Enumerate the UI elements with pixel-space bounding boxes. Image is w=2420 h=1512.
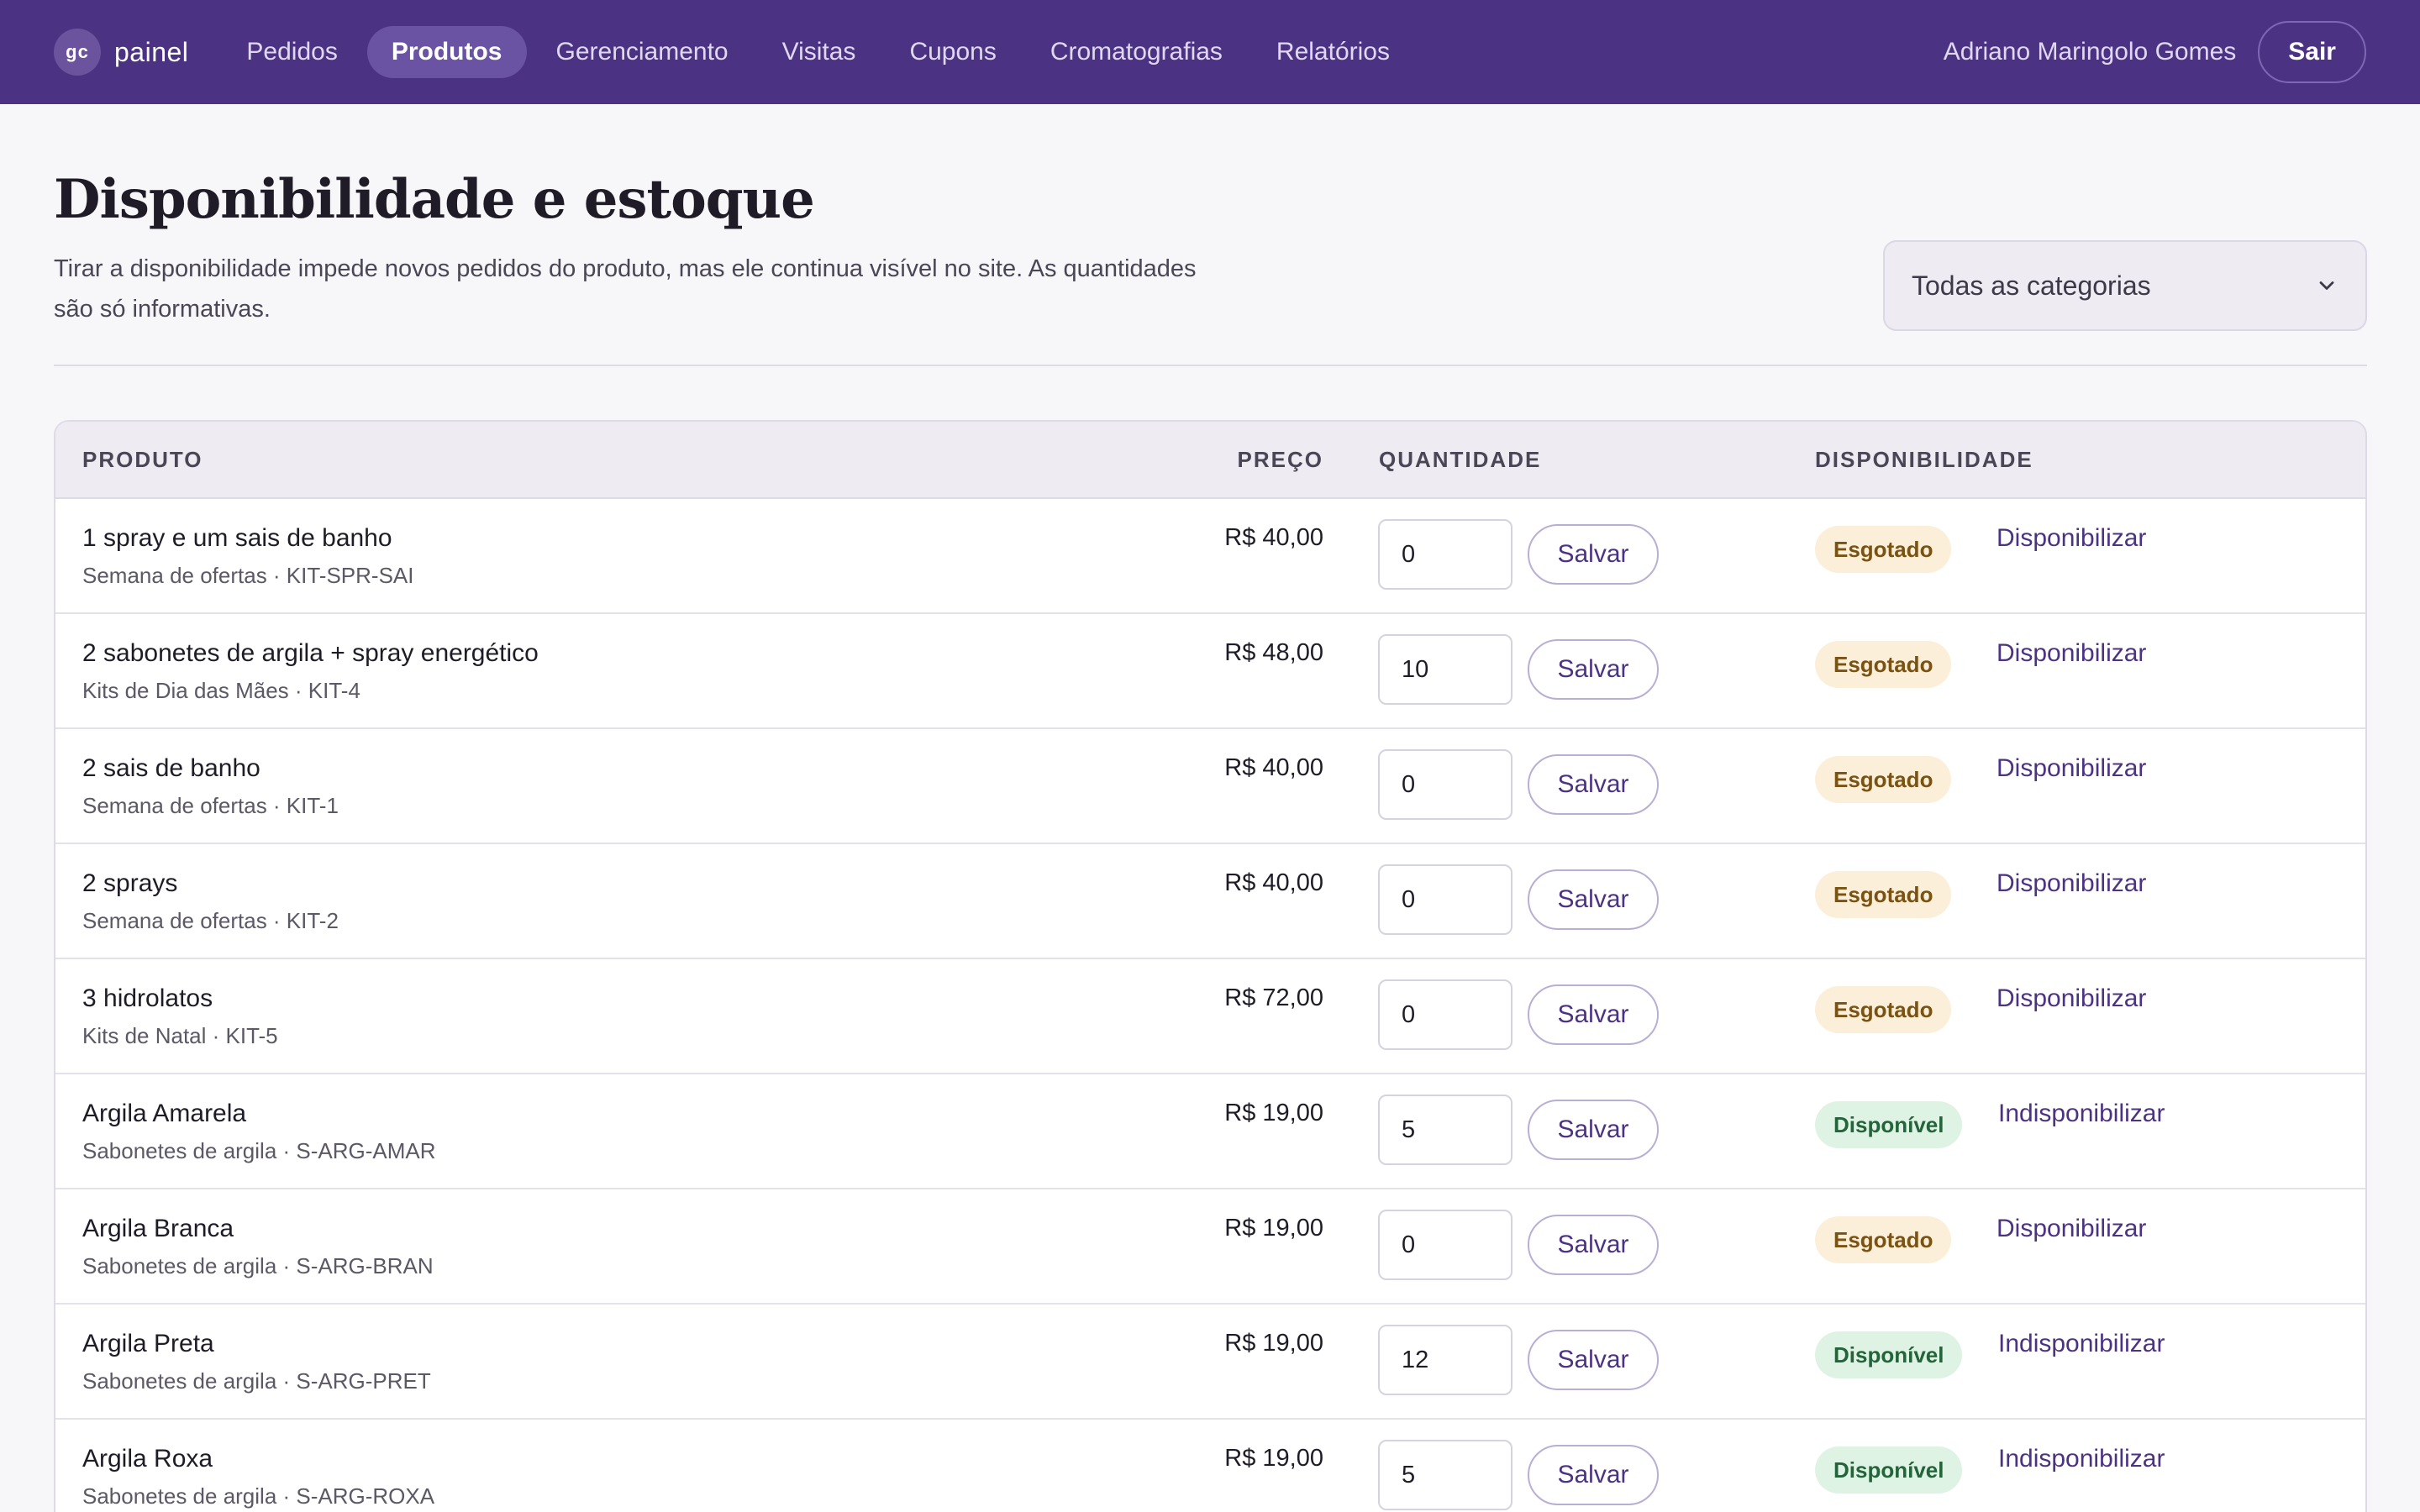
save-quantity-button[interactable]: Salvar <box>1528 639 1659 700</box>
save-quantity-button[interactable]: Salvar <box>1528 984 1659 1045</box>
user-name: Adriano Maringolo Gomes <box>1943 38 2237 66</box>
product-price: R$ 40,00 <box>1224 524 1323 551</box>
product-price: R$ 48,00 <box>1224 639 1323 666</box>
column-header-availability: DISPONIBILIDADE <box>1815 446 2033 472</box>
product-meta: Sabonetes de argila · S-ARG-AMAR <box>82 1138 436 1163</box>
products-table: PRODUTO PREÇO QUANTIDADE DISPONIBILIDADE… <box>54 420 2367 1512</box>
save-quantity-button[interactable]: Salvar <box>1528 524 1659 585</box>
quantity-input[interactable] <box>1378 749 1512 820</box>
product-meta: Sabonetes de argila · S-ARG-BRAN <box>82 1253 434 1278</box>
status-badge: Esgotado <box>1815 871 1952 918</box>
toggle-availability-link[interactable]: Indisponibilizar <box>1998 1100 2165 1128</box>
nav-item-relatorios[interactable]: Relatórios <box>1252 26 1414 78</box>
top-navbar: gc painel Pedidos Produtos Gerenciamento… <box>0 0 2420 104</box>
status-badge: Disponível <box>1815 1101 1963 1148</box>
brand-badge: gc <box>54 29 101 76</box>
product-price: R$ 19,00 <box>1224 1445 1323 1472</box>
product-meta: Sabonetes de argila · S-ARG-ROXA <box>82 1483 435 1509</box>
toggle-availability-link[interactable]: Disponibilizar <box>1996 754 2146 783</box>
table-row: Argila Preta Sabonetes de argila · S-ARG… <box>55 1305 2365 1420</box>
quantity-input[interactable] <box>1378 1440 1512 1510</box>
table-row: 2 sabonetes de argila + spray energético… <box>55 614 2365 729</box>
nav-item-cromatografias[interactable]: Cromatografias <box>1026 26 1247 78</box>
quantity-input[interactable] <box>1378 519 1512 590</box>
product-price: R$ 40,00 <box>1224 869 1323 896</box>
product-name: 1 spray e um sais de banho <box>82 524 392 552</box>
table-row: Argila Roxa Sabonetes de argila · S-ARG-… <box>55 1420 2365 1512</box>
table-row: 3 hidrolatos Kits de Natal · KIT-5 R$ 72… <box>55 959 2365 1074</box>
nav-item-cupons[interactable]: Cupons <box>885 26 1020 78</box>
product-name: 2 sabonetes de argila + spray energético <box>82 639 539 667</box>
product-name: 3 hidrolatos <box>82 984 213 1012</box>
status-badge: Esgotado <box>1815 641 1952 688</box>
table-row: 1 spray e um sais de banho Semana de ofe… <box>55 499 2365 614</box>
quantity-input[interactable] <box>1378 1095 1512 1165</box>
quantity-input[interactable] <box>1378 864 1512 935</box>
product-price: R$ 19,00 <box>1224 1330 1323 1357</box>
product-meta: Sabonetes de argila · S-ARG-PRET <box>82 1368 431 1394</box>
product-price: R$ 19,00 <box>1224 1215 1323 1242</box>
quantity-input[interactable] <box>1378 634 1512 705</box>
column-header-price: PREÇO <box>1237 446 1323 472</box>
status-badge: Esgotado <box>1815 986 1952 1033</box>
status-badge: Disponível <box>1815 1446 1963 1494</box>
product-price: R$ 72,00 <box>1224 984 1323 1011</box>
quantity-input[interactable] <box>1378 1325 1512 1395</box>
table-row: 2 sprays Semana de ofertas · KIT-2 R$ 40… <box>55 844 2365 959</box>
save-quantity-button[interactable]: Salvar <box>1528 1215 1659 1275</box>
toggle-availability-link[interactable]: Disponibilizar <box>1996 869 2146 898</box>
product-meta: Kits de Natal · KIT-5 <box>82 1023 278 1048</box>
product-meta: Kits de Dia das Mães · KIT-4 <box>82 678 360 703</box>
product-price: R$ 40,00 <box>1224 754 1323 781</box>
nav-item-visitas[interactable]: Visitas <box>758 26 881 78</box>
status-badge: Esgotado <box>1815 756 1952 803</box>
product-name: Argila Roxa <box>82 1445 213 1473</box>
page-title: Disponibilidade e estoque <box>54 168 815 231</box>
quantity-input[interactable] <box>1378 1210 1512 1280</box>
status-badge: Esgotado <box>1815 526 1952 573</box>
nav-item-pedidos[interactable]: Pedidos <box>222 26 361 78</box>
product-meta: Semana de ofertas · KIT-SPR-SAI <box>82 563 414 588</box>
user-area: Adriano Maringolo Gomes Sair <box>1944 21 2366 83</box>
table-row: Argila Branca Sabonetes de argila · S-AR… <box>55 1189 2365 1305</box>
toggle-availability-link[interactable]: Disponibilizar <box>1996 524 2146 553</box>
product-meta: Semana de ofertas · KIT-1 <box>82 793 339 818</box>
product-name: Argila Preta <box>82 1330 214 1357</box>
product-name: 2 sprays <box>82 869 178 897</box>
status-badge: Esgotado <box>1815 1216 1952 1263</box>
product-price: R$ 19,00 <box>1224 1100 1323 1126</box>
product-meta: Semana de ofertas · KIT-2 <box>82 908 339 933</box>
status-badge: Disponível <box>1815 1331 1963 1378</box>
product-name: 2 sais de banho <box>82 754 260 782</box>
brand[interactable]: gc painel <box>54 29 188 76</box>
main-nav: Pedidos Produtos Gerenciamento Visitas C… <box>222 26 1414 78</box>
category-filter-select[interactable]: Todas as categorias <box>1883 240 2367 331</box>
save-quantity-button[interactable]: Salvar <box>1528 1100 1659 1160</box>
page-description: Tirar a disponibilidade impede novos ped… <box>54 255 1197 323</box>
product-name: Argila Amarela <box>82 1100 247 1127</box>
header-divider <box>54 365 2367 366</box>
toggle-availability-link[interactable]: Indisponibilizar <box>1998 1445 2165 1473</box>
toggle-availability-link[interactable]: Indisponibilizar <box>1998 1330 2165 1358</box>
category-filter-value: Todas as categorias <box>1912 270 2151 301</box>
column-header-product: PRODUTO <box>82 446 203 472</box>
chevron-down-icon <box>2319 281 2334 290</box>
table-row: Argila Amarela Sabonetes de argila · S-A… <box>55 1074 2365 1189</box>
product-name: Argila Branca <box>82 1215 234 1242</box>
save-quantity-button[interactable]: Salvar <box>1528 1445 1659 1505</box>
save-quantity-button[interactable]: Salvar <box>1528 1330 1659 1390</box>
table-header: PRODUTO PREÇO QUANTIDADE DISPONIBILIDADE <box>55 422 2365 499</box>
save-quantity-button[interactable]: Salvar <box>1528 754 1659 815</box>
save-quantity-button[interactable]: Salvar <box>1528 869 1659 930</box>
toggle-availability-link[interactable]: Disponibilizar <box>1996 984 2146 1013</box>
nav-item-gerenciamento[interactable]: Gerenciamento <box>532 26 753 78</box>
logout-button[interactable]: Sair <box>2258 21 2366 83</box>
toggle-availability-link[interactable]: Disponibilizar <box>1996 1215 2146 1243</box>
brand-name: painel <box>114 36 189 67</box>
table-row: 2 sais de banho Semana de ofertas · KIT-… <box>55 729 2365 844</box>
nav-item-produtos[interactable]: Produtos <box>366 26 527 78</box>
toggle-availability-link[interactable]: Disponibilizar <box>1996 639 2146 668</box>
column-header-quantity: QUANTIDADE <box>1379 446 1542 472</box>
quantity-input[interactable] <box>1378 979 1512 1050</box>
